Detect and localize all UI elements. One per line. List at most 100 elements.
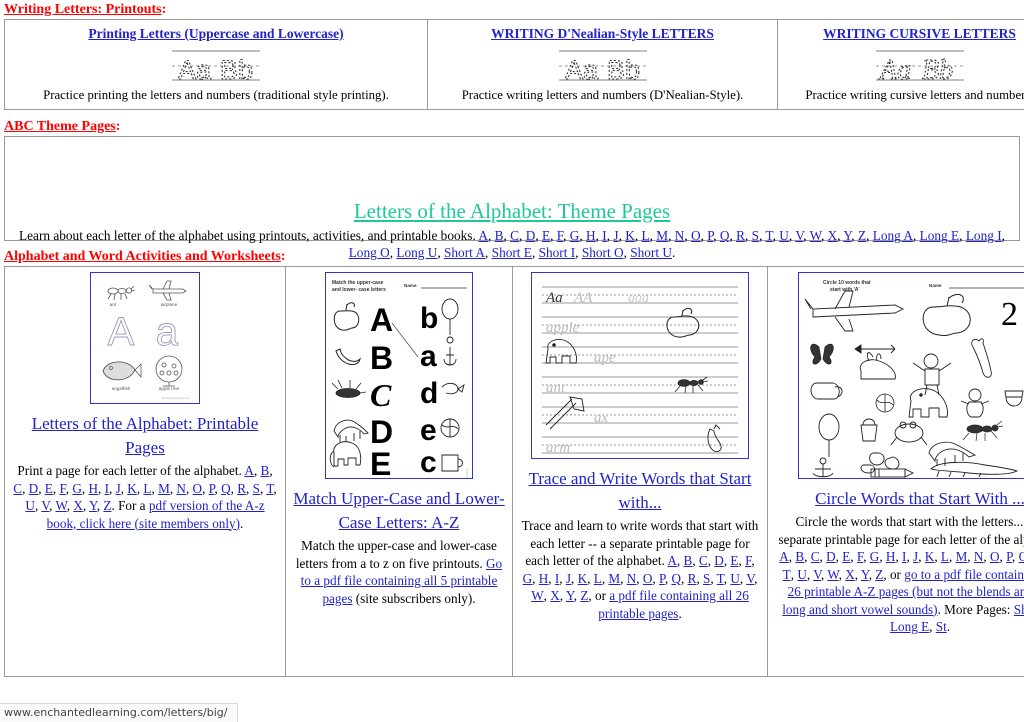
theme-letter-link-i[interactable]: I bbox=[602, 228, 606, 243]
printable-letter-link-a[interactable]: A bbox=[244, 463, 254, 478]
printable-letter-link-x[interactable]: X bbox=[73, 498, 83, 513]
trace-letter-link-m[interactable]: M bbox=[608, 571, 620, 586]
theme-letter-link-h[interactable]: H bbox=[586, 228, 596, 243]
trace-letter-link-p[interactable]: P bbox=[659, 571, 665, 586]
dnealian-letters-link[interactable]: WRITING D'Nealian-Style LETTERS bbox=[434, 26, 771, 42]
theme-letter-link-q[interactable]: Q bbox=[720, 228, 730, 243]
theme-pages-title-link[interactable]: Letters of the Alphabet: Theme Pages bbox=[5, 199, 1019, 223]
alphabet-letter-a-coloring-page-thumbnail[interactable]: ant airplane A a bbox=[90, 272, 200, 404]
theme-letter-link-e[interactable]: E bbox=[542, 228, 550, 243]
circle-letter-link-x[interactable]: X bbox=[845, 567, 855, 582]
trace-letter-link-j[interactable]: J bbox=[566, 571, 571, 586]
printable-letter-link-e[interactable]: E bbox=[45, 481, 53, 496]
circle-letter-link-j[interactable]: J bbox=[913, 549, 918, 564]
letters-printable-pages-link[interactable]: Letters of the Alphabet: Printable Pages bbox=[12, 412, 278, 460]
theme-letter-link-short-e[interactable]: Short E bbox=[492, 245, 532, 260]
theme-letter-link-long-o[interactable]: Long O bbox=[349, 245, 390, 260]
circle-letter-link-p[interactable]: P bbox=[1006, 549, 1012, 564]
theme-letter-link-r[interactable]: R bbox=[736, 228, 745, 243]
trace-letter-link-t[interactable]: T bbox=[717, 571, 724, 586]
printable-letter-link-b[interactable]: B bbox=[261, 463, 270, 478]
theme-letter-link-g[interactable]: G bbox=[570, 228, 580, 243]
circle-letter-link-e[interactable]: E bbox=[842, 549, 850, 564]
trace-letter-link-g[interactable]: G bbox=[523, 571, 533, 586]
trace-letter-link-h[interactable]: H bbox=[539, 571, 549, 586]
printable-letter-link-h[interactable]: H bbox=[88, 481, 98, 496]
printable-letter-link-f[interactable]: F bbox=[59, 481, 65, 496]
theme-letter-link-j[interactable]: J bbox=[613, 228, 618, 243]
printable-letter-link-s[interactable]: S bbox=[253, 481, 260, 496]
theme-letter-link-b[interactable]: B bbox=[495, 228, 504, 243]
circle-letter-link-c[interactable]: C bbox=[811, 549, 820, 564]
circle-words-that-start-with-a-worksheet-thumbnail[interactable]: Circle 10 words that start with 'A' Name bbox=[798, 272, 1024, 479]
printable-letter-link-k[interactable]: K bbox=[127, 481, 137, 496]
trace-letter-link-k[interactable]: K bbox=[578, 571, 588, 586]
theme-letter-link-z[interactable]: Z bbox=[858, 228, 866, 243]
theme-letter-link-v[interactable]: V bbox=[795, 228, 803, 243]
theme-letter-link-s[interactable]: S bbox=[752, 228, 759, 243]
trace-letter-link-f[interactable]: F bbox=[745, 553, 751, 568]
theme-letter-link-o[interactable]: O bbox=[691, 228, 701, 243]
circle-letter-link-w[interactable]: W bbox=[827, 567, 838, 582]
theme-letter-link-k[interactable]: K bbox=[625, 228, 635, 243]
circle-letter-link-v[interactable]: V bbox=[813, 567, 821, 582]
circle-letter-link-o[interactable]: O bbox=[990, 549, 1000, 564]
printable-letter-link-l[interactable]: L bbox=[143, 481, 151, 496]
printable-letter-link-c[interactable]: C bbox=[13, 481, 22, 496]
theme-letter-link-long-a[interactable]: Long A bbox=[873, 228, 913, 243]
circle-letter-link-y[interactable]: Y bbox=[861, 567, 869, 582]
printable-letter-link-j[interactable]: J bbox=[116, 481, 121, 496]
trace-letter-link-w[interactable]: W bbox=[531, 588, 543, 603]
trace-letter-link-q[interactable]: Q bbox=[671, 571, 681, 586]
match-case-link[interactable]: Match Upper-Case and Lower-Case Letters:… bbox=[293, 487, 505, 535]
theme-letter-link-short-o[interactable]: Short O bbox=[582, 245, 624, 260]
printing-letters-link[interactable]: Printing Letters (Uppercase and Lowercas… bbox=[11, 26, 421, 42]
trace-letter-link-y[interactable]: Y bbox=[566, 588, 574, 603]
circle-letter-link-l[interactable]: L bbox=[941, 549, 949, 564]
circle-letter-link-g[interactable]: G bbox=[870, 549, 880, 564]
theme-letter-link-n[interactable]: N bbox=[675, 228, 685, 243]
trace-letter-link-c[interactable]: C bbox=[699, 553, 708, 568]
circle-letter-link-a[interactable]: A bbox=[779, 549, 789, 564]
theme-letter-link-a[interactable]: A bbox=[478, 228, 488, 243]
printable-letter-link-d[interactable]: D bbox=[29, 481, 39, 496]
printable-letter-link-g[interactable]: G bbox=[72, 481, 82, 496]
trace-letter-link-x[interactable]: X bbox=[550, 588, 560, 603]
trace-letter-link-d[interactable]: D bbox=[714, 553, 724, 568]
trace-letter-link-b[interactable]: B bbox=[684, 553, 693, 568]
printable-letter-link-y[interactable]: Y bbox=[89, 498, 97, 513]
theme-letter-link-f[interactable]: F bbox=[557, 228, 563, 243]
trace-letter-link-a[interactable]: A bbox=[667, 553, 677, 568]
trace-letter-link-i[interactable]: I bbox=[555, 571, 559, 586]
trace-letter-link-e[interactable]: E bbox=[730, 553, 738, 568]
trace-write-words-link[interactable]: Trace and Write Words that Start with... bbox=[520, 467, 760, 515]
circle-letter-link-k[interactable]: K bbox=[925, 549, 935, 564]
printable-letter-link-t[interactable]: T bbox=[266, 481, 273, 496]
match-upper-lower-case-worksheet-thumbnail[interactable]: Match the upper-case and lower- case let… bbox=[325, 272, 473, 479]
trace-letter-link-r[interactable]: R bbox=[688, 571, 697, 586]
printable-letter-link-r[interactable]: R bbox=[237, 481, 246, 496]
printable-letter-link-q[interactable]: Q bbox=[221, 481, 231, 496]
trace-letter-link-v[interactable]: V bbox=[746, 571, 754, 586]
theme-letter-link-u[interactable]: U bbox=[779, 228, 789, 243]
printable-letter-link-p[interactable]: P bbox=[209, 481, 215, 496]
theme-letter-link-short-u[interactable]: Short U bbox=[630, 245, 672, 260]
circle-letter-link-d[interactable]: D bbox=[826, 549, 836, 564]
circle-letter-link-b[interactable]: B bbox=[795, 549, 804, 564]
theme-letter-link-p[interactable]: P bbox=[707, 228, 713, 243]
cursive-letters-link[interactable]: WRITING CURSIVE LETTERS bbox=[784, 26, 1024, 42]
theme-letter-link-c[interactable]: C bbox=[510, 228, 519, 243]
trace-and-write-words-worksheet-thumbnail[interactable]: Aa AA aaa apple ape ant ax arm bbox=[531, 272, 749, 459]
more-page-link-short-a[interactable]: Short A bbox=[1014, 602, 1024, 617]
printable-letter-link-m[interactable]: M bbox=[158, 481, 170, 496]
printable-letter-link-u[interactable]: U bbox=[25, 498, 35, 513]
theme-letter-link-long-e[interactable]: Long E bbox=[920, 228, 960, 243]
trace-letter-link-o[interactable]: O bbox=[643, 571, 653, 586]
more-page-link-long-e[interactable]: Long E bbox=[890, 619, 929, 634]
circle-letter-link-h[interactable]: H bbox=[886, 549, 896, 564]
theme-letter-link-y[interactable]: Y bbox=[843, 228, 851, 243]
circle-letter-link-n[interactable]: N bbox=[974, 549, 984, 564]
trace-letter-link-l[interactable]: L bbox=[594, 571, 602, 586]
circle-words-link[interactable]: Circle Words that Start With ... bbox=[775, 487, 1024, 511]
theme-letter-link-long-i[interactable]: Long I bbox=[966, 228, 1002, 243]
